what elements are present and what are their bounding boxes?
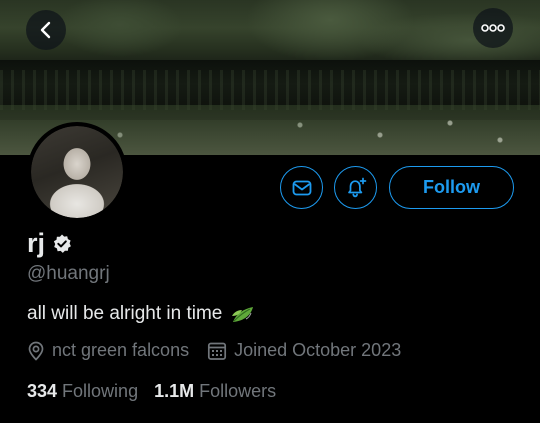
banner-reflection <box>0 70 540 110</box>
calendar-icon <box>208 342 227 360</box>
join-date: Joined October 2023 <box>207 340 401 361</box>
followers-label: Followers <box>199 381 277 401</box>
avatar[interactable] <box>27 122 127 222</box>
followers-stat[interactable]: 1.1M Followers <box>154 381 276 402</box>
display-name: rj <box>27 228 46 258</box>
following-count: 334 <box>27 381 58 401</box>
mail-icon <box>292 180 311 195</box>
join-date-text: Joined October 2023 <box>234 340 402 360</box>
leaf-emoji-icon <box>230 303 256 325</box>
more-icon <box>481 24 505 32</box>
follow-button-label: Follow <box>423 177 480 197</box>
verified-badge-icon[interactable] <box>51 233 73 255</box>
more-button[interactable] <box>473 8 513 48</box>
follow-button[interactable]: Follow <box>389 166 514 209</box>
back-arrow-icon <box>40 21 51 39</box>
bio-text: all will be alright in time <box>27 303 223 324</box>
bio: all will be alright in time <box>27 303 256 325</box>
location-pin-icon <box>28 341 44 361</box>
handle: @huangrj <box>27 263 110 284</box>
profile-meta: nct green falcons Joined October 2023 <box>27 340 401 361</box>
message-button[interactable] <box>280 166 323 209</box>
avatar-image <box>31 126 123 218</box>
followers-count: 1.1M <box>154 381 195 401</box>
following-stat[interactable]: 334 Following <box>27 381 138 402</box>
location: nct green falcons <box>27 340 189 361</box>
back-button[interactable] <box>26 10 66 50</box>
location-text: nct green falcons <box>52 340 190 360</box>
bell-plus-icon <box>347 177 366 197</box>
name-row: rj <box>27 228 73 259</box>
notifications-button[interactable] <box>334 166 377 209</box>
profile-stats: 334 Following 1.1M Followers <box>27 381 276 402</box>
following-label: Following <box>62 381 139 401</box>
